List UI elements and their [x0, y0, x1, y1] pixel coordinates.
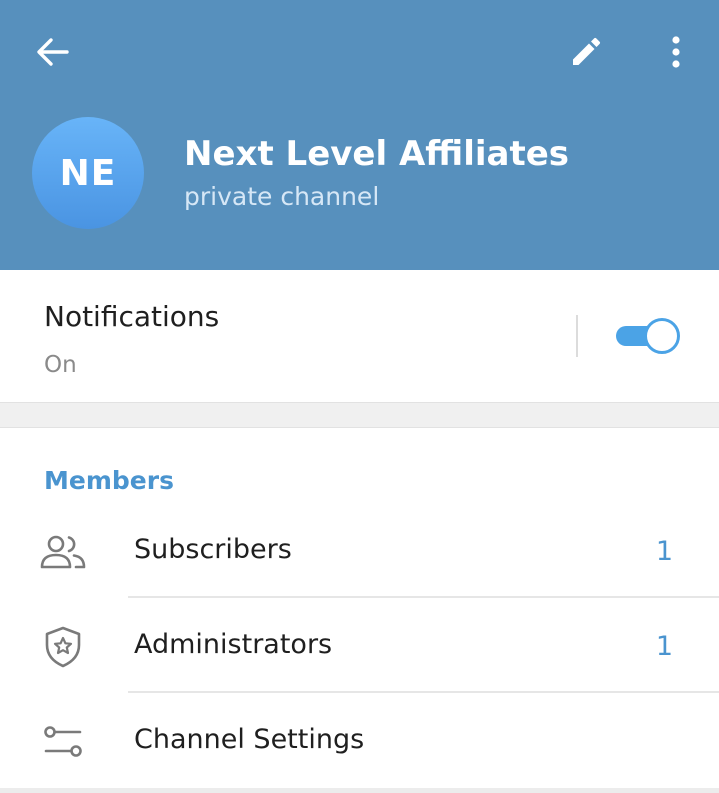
back-button[interactable] [20, 22, 84, 82]
toggle-knob [644, 318, 680, 354]
channel-subtitle: private channel [184, 182, 380, 211]
notifications-label: Notifications [44, 300, 220, 333]
channel-avatar[interactable]: NE [32, 117, 144, 229]
notifications-status: On [44, 352, 77, 378]
administrators-count: 1 [655, 631, 673, 662]
row-separator [128, 596, 719, 598]
settings-sliders-icon [38, 720, 88, 764]
profile-header: NE Next Level Affiliates private channel [0, 0, 719, 270]
channel-settings-label: Channel Settings [134, 724, 365, 755]
shield-star-icon [38, 625, 88, 669]
edit-pencil-icon [573, 37, 601, 65]
channel-title: Next Level Affiliates [184, 134, 570, 174]
row-separator [128, 691, 719, 693]
section-divider [0, 402, 719, 428]
subscribers-count: 1 [655, 536, 673, 567]
notifications-row[interactable]: Notifications On [0, 270, 719, 402]
administrators-label: Administrators [134, 629, 333, 660]
bottom-divider [0, 788, 719, 793]
edit-button[interactable] [556, 22, 616, 82]
channel-settings-row[interactable]: Channel Settings [0, 694, 719, 788]
notifications-toggle[interactable] [614, 318, 680, 354]
subscribers-row[interactable]: Subscribers 1 [0, 504, 719, 598]
people-icon [38, 530, 88, 574]
more-options-button[interactable] [646, 22, 706, 82]
vertical-divider [576, 315, 578, 357]
administrators-row[interactable]: Administrators 1 [0, 599, 719, 693]
members-section-header: Members [44, 466, 174, 495]
back-arrow-icon [37, 38, 69, 66]
avatar-initials: NE [59, 152, 117, 194]
subscribers-label: Subscribers [134, 534, 292, 565]
more-vertical-icon [672, 36, 680, 68]
